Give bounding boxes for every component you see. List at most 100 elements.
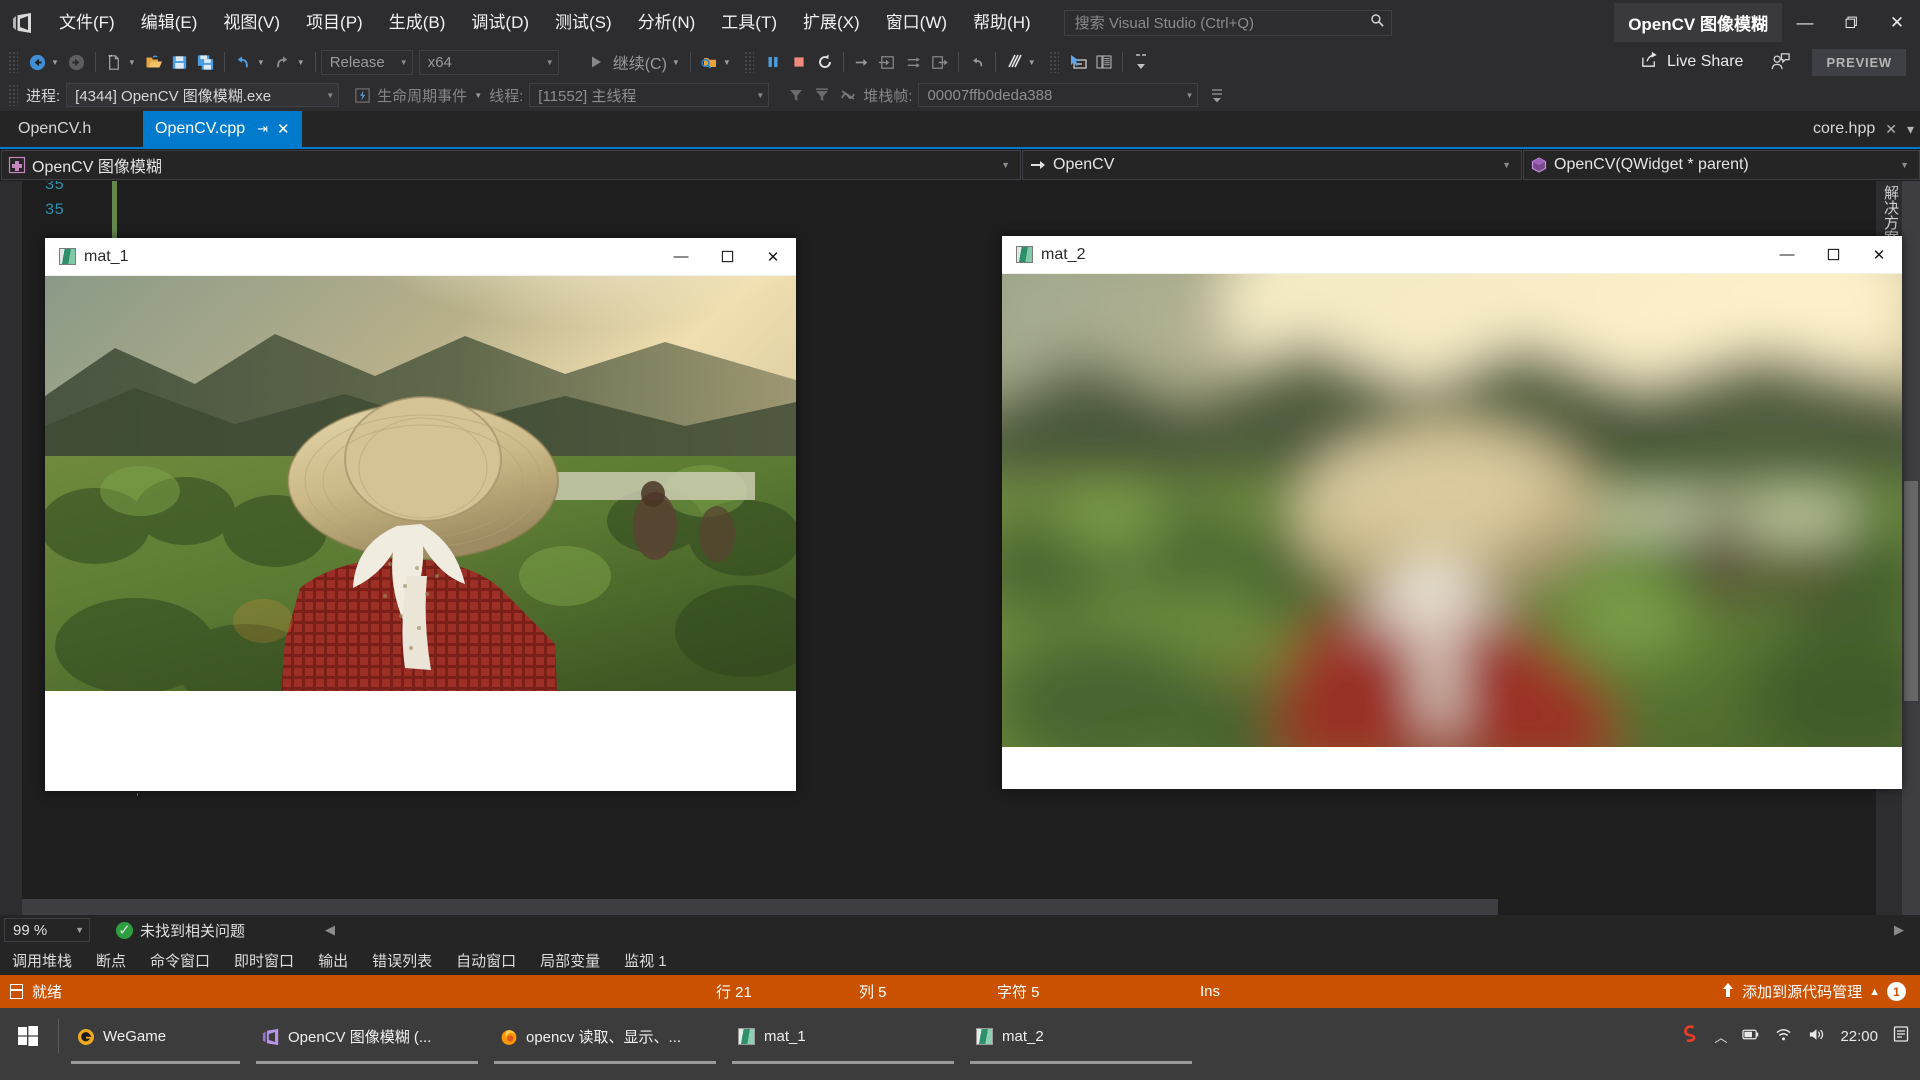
taskbar-item-firefox[interactable]: opencv 读取、显示、... xyxy=(486,1008,724,1064)
scrollbar-thumb[interactable] xyxy=(1904,481,1918,701)
toolbar-grip[interactable] xyxy=(744,51,754,73)
restart-icon[interactable] xyxy=(812,49,838,75)
action-center-icon[interactable] xyxy=(1892,1025,1910,1047)
continue-button[interactable] xyxy=(583,49,609,75)
editor-vertical-scrollbar[interactable] xyxy=(1902,181,1920,915)
toolbar-grip[interactable] xyxy=(1049,51,1059,73)
step-out-icon[interactable] xyxy=(927,49,953,75)
maximize-button[interactable] xyxy=(704,238,750,276)
navbar-class-combo[interactable]: OpenCV ▼ xyxy=(1022,150,1522,180)
tab-opencv-cpp[interactable]: OpenCV.cpp ⇥ ✕ xyxy=(143,111,302,147)
redo-icon[interactable] xyxy=(270,49,296,75)
flatten-frames-icon[interactable] xyxy=(835,82,861,108)
minimize-button[interactable]: — xyxy=(1782,0,1828,45)
close-button[interactable]: ✕ xyxy=(1856,236,1902,274)
scroll-left-icon[interactable]: ◀ xyxy=(325,922,335,938)
menu-item-edit[interactable]: 编辑(E) xyxy=(128,0,211,45)
save-all-icon[interactable] xyxy=(193,49,219,75)
undo-nav-icon[interactable] xyxy=(964,49,990,75)
taskbar-item-mat-2[interactable]: mat_2 xyxy=(962,1008,1200,1064)
menu-item-extensions[interactable]: 扩展(X) xyxy=(790,0,873,45)
taskbar-item-wegame[interactable]: WeGame xyxy=(63,1008,248,1064)
battery-icon[interactable] xyxy=(1741,1026,1760,1047)
new-file-icon[interactable] xyxy=(101,49,127,75)
maximize-button[interactable] xyxy=(1810,236,1856,274)
maximize-button[interactable] xyxy=(1828,0,1874,45)
panel-tab-error-list[interactable]: 错误列表 xyxy=(360,950,444,971)
menu-item-window[interactable]: 窗口(W) xyxy=(873,0,960,45)
lifecycle-dropdown[interactable]: ▼ xyxy=(473,91,487,100)
toolbar-grip[interactable] xyxy=(8,84,18,106)
network-icon[interactable] xyxy=(1774,1026,1793,1047)
solution-platform-combo[interactable]: x64 ▼ xyxy=(419,50,559,75)
menu-item-project[interactable]: 项目(P) xyxy=(293,0,376,45)
undo-dropdown[interactable]: ▼ xyxy=(256,58,270,67)
panel-tab-locals[interactable]: 局部变量 xyxy=(528,950,612,971)
issues-indicator[interactable]: ✓ 未找到相关问题 xyxy=(116,920,245,941)
lifecycle-events-icon[interactable] xyxy=(349,82,375,108)
menu-item-view[interactable]: 视图(V) xyxy=(210,0,293,45)
chevron-up-icon[interactable]: ▲ xyxy=(1869,986,1880,998)
menu-item-help[interactable]: 帮助(H) xyxy=(960,0,1044,45)
menu-item-test[interactable]: 测试(S) xyxy=(542,0,625,45)
notification-badge[interactable]: 1 xyxy=(1887,982,1906,1001)
select-element-icon[interactable] xyxy=(1065,49,1091,75)
pin-icon[interactable]: ⇥ xyxy=(257,121,268,137)
redo-dropdown[interactable]: ▼ xyxy=(296,58,310,67)
toolbar-overflow-icon[interactable] xyxy=(1204,82,1230,108)
account-icon[interactable] xyxy=(1767,49,1794,75)
toolbar-overflow-icon[interactable] xyxy=(1128,49,1154,75)
close-button[interactable]: ✕ xyxy=(1874,0,1920,45)
navigate-back-dropdown[interactable]: ▼ xyxy=(50,58,64,67)
chevron-down-icon[interactable]: ▾ xyxy=(1907,121,1914,138)
minimize-button[interactable]: — xyxy=(658,238,704,276)
filter-dropdown-icon[interactable] xyxy=(809,82,835,108)
search-input[interactable]: 搜索 Visual Studio (Ctrl+Q) xyxy=(1064,10,1392,36)
editor-horizontal-scrollbar[interactable] xyxy=(22,899,1498,915)
scroll-right-icon[interactable]: ▶ xyxy=(1894,922,1904,938)
image-window-title-bar[interactable]: mat_2 — ✕ xyxy=(1002,236,1902,274)
pause-icon[interactable] xyxy=(760,49,786,75)
toolbar-grip[interactable] xyxy=(8,51,18,73)
sogou-input-icon[interactable] xyxy=(1680,1024,1700,1048)
taskbar-clock[interactable]: 22:00 xyxy=(1840,1028,1878,1045)
navigate-forward-icon[interactable] xyxy=(64,49,90,75)
image-window-mat-2[interactable]: mat_2 — ✕ xyxy=(1002,236,1902,789)
menu-item-file[interactable]: 文件(F) xyxy=(46,0,128,45)
new-file-dropdown[interactable]: ▼ xyxy=(127,58,141,67)
continue-dropdown[interactable]: ▼ xyxy=(671,58,685,67)
close-icon[interactable]: ✕ xyxy=(1885,121,1897,138)
windows-start-icon[interactable] xyxy=(0,1008,56,1064)
menu-item-debug[interactable]: 调试(D) xyxy=(458,0,542,45)
save-icon[interactable] xyxy=(167,49,193,75)
menu-item-tools[interactable]: 工具(T) xyxy=(708,0,790,45)
tab-opencv-h[interactable]: OpenCV.h xyxy=(6,111,103,147)
thread-combo[interactable]: [11552] 主线程 ▼ xyxy=(529,83,769,107)
panel-tab-command-window[interactable]: 命令窗口 xyxy=(138,950,222,971)
process-combo[interactable]: [4344] OpenCV 图像模糊.exe ▼ xyxy=(66,83,339,107)
minimize-button[interactable]: — xyxy=(1764,236,1810,274)
right-file-label[interactable]: core.hpp xyxy=(1813,120,1875,138)
close-button[interactable]: ✕ xyxy=(750,238,796,276)
filter-icon[interactable] xyxy=(783,82,809,108)
live-visual-tree-icon[interactable] xyxy=(1091,49,1117,75)
hot-reload-icon[interactable] xyxy=(1001,49,1027,75)
navbar-member-combo[interactable]: OpenCV(QWidget * parent) ▼ xyxy=(1523,150,1920,180)
image-window-title-bar[interactable]: mat_1 — ✕ xyxy=(45,238,796,276)
step-over-icon[interactable] xyxy=(901,49,927,75)
taskbar-item-visual-studio[interactable]: OpenCV 图像模糊 (... xyxy=(248,1008,486,1064)
continue-label[interactable]: 继续(C) xyxy=(609,50,671,74)
taskbar-item-mat-1[interactable]: mat_1 xyxy=(724,1008,962,1064)
panel-tab-output[interactable]: 输出 xyxy=(306,950,360,971)
navbar-project-combo[interactable]: OpenCV 图像模糊 ▼ xyxy=(1,150,1021,180)
show-hidden-icons-icon[interactable]: ︿ xyxy=(1714,1027,1727,1046)
attach-to-process-icon[interactable] xyxy=(696,49,722,75)
stackframe-combo[interactable]: 00007ffb0deda388 ▼ xyxy=(918,83,1198,107)
image-window-mat-1[interactable]: mat_1 — ✕ xyxy=(45,238,796,791)
panel-tab-watch-1[interactable]: 监视 1 xyxy=(612,950,679,971)
navigate-back-icon[interactable] xyxy=(24,49,50,75)
solution-configuration-combo[interactable]: Release ▼ xyxy=(321,50,413,75)
undo-icon[interactable] xyxy=(230,49,256,75)
show-next-statement-icon[interactable] xyxy=(849,49,875,75)
panel-tab-call-stack[interactable]: 调用堆栈 xyxy=(0,950,84,971)
